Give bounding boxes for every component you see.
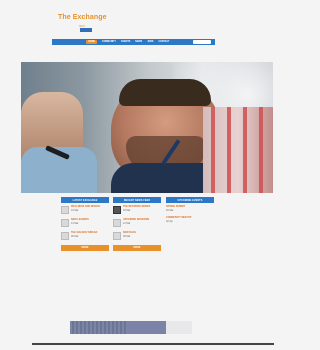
item-date: 02 Apr <box>166 219 173 223</box>
list-item[interactable]: NEW LEADERS 13 Mar <box>61 218 109 227</box>
footer-pattern <box>70 321 128 334</box>
image-thumbnail <box>113 232 121 240</box>
shirt-stripe <box>259 107 263 193</box>
shirt-stripe <box>211 107 215 193</box>
latest-exchange-column: LATEST EXCHANGE WELLNESS AND DESIGN 19 M… <box>61 197 109 251</box>
hero-image <box>21 62 273 193</box>
item-date: 13 Mar <box>71 221 79 225</box>
image-thumbnail <box>61 219 69 227</box>
item-date: 06 Mar <box>71 234 79 238</box>
nav-home[interactable]: HOME <box>86 40 97 44</box>
item-date: 12 Mar <box>123 221 131 225</box>
more-button[interactable]: MORE <box>61 245 109 251</box>
list-item[interactable]: COMMUNITY MEETUP 02 Apr <box>166 216 214 223</box>
nav-jobs[interactable]: JOBS <box>147 41 153 43</box>
item-date: 26 Mar <box>166 208 174 212</box>
list-item[interactable]: WELLNESS AND DESIGN 19 Mar <box>61 205 109 214</box>
shirt-stripe <box>243 107 247 193</box>
search-input[interactable] <box>193 40 211 44</box>
main-person-hair <box>119 79 211 106</box>
item-date: 19 Mar <box>71 208 79 212</box>
list-item[interactable]: THE GOLDEN THREAD 06 Mar <box>61 231 109 240</box>
nav-contact[interactable]: CONTACT <box>158 41 169 43</box>
item-date: 18 Mar <box>123 208 131 212</box>
list-item[interactable]: THE NETWORK SERIES 18 Mar <box>113 205 161 214</box>
list-item[interactable]: NEW BLOG 08 Mar <box>113 231 161 240</box>
nav-events[interactable]: EVENTS <box>121 41 130 43</box>
image-thumbnail <box>113 206 121 214</box>
upcoming-events-column: UPCOMING EVENTS SPRING SUMMIT 26 Mar COM… <box>166 197 214 228</box>
list-item[interactable]: SPRING SUMMIT 26 Mar <box>166 205 214 212</box>
top-navigation: HOME COMMUNITY EVENTS NEWS JOBS CONTACT <box>52 39 215 45</box>
footer-right-panel <box>166 321 192 334</box>
shirt-stripe <box>227 107 231 193</box>
logo-icon <box>80 28 92 32</box>
footer-banner <box>70 321 192 334</box>
footer-middle-panel <box>128 321 166 334</box>
image-thumbnail <box>61 232 69 240</box>
bottom-strip <box>32 343 274 345</box>
recent-news-column: RECENT NEWS FEED THE NETWORK SERIES 18 M… <box>113 197 161 251</box>
nav-community[interactable]: COMMUNITY <box>102 41 116 43</box>
list-item[interactable]: UPCOMING SESSIONS 12 Mar <box>113 218 161 227</box>
page: The Exchange NPC HOME COMMUNITY EVENTS N… <box>0 0 293 350</box>
image-thumbnail <box>61 206 69 214</box>
more-button[interactable]: MORE <box>113 245 161 251</box>
item-date: 08 Mar <box>123 234 131 238</box>
nav-news[interactable]: NEWS <box>135 41 142 43</box>
brand-title: The Exchange <box>58 14 107 21</box>
image-thumbnail <box>113 219 121 227</box>
